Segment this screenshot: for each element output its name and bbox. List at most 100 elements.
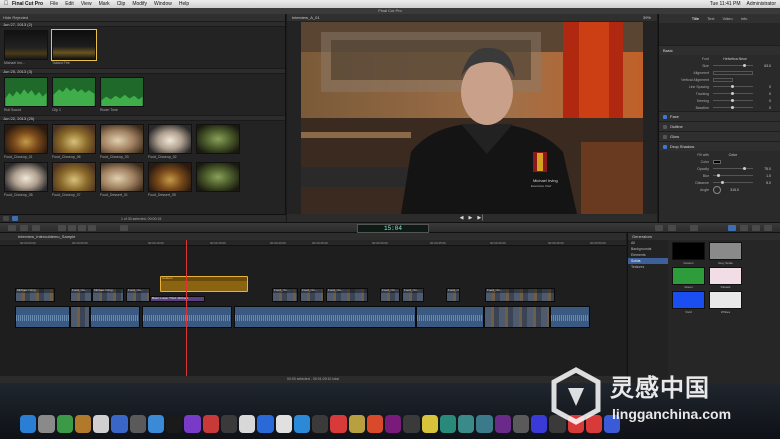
tab-video[interactable]: Video [722,14,732,23]
viewer-zoom[interactable]: 39% [643,14,651,21]
storyline-clip[interactable] [15,306,70,328]
menu-view[interactable]: View [81,1,92,7]
keyword-icon[interactable] [20,225,28,231]
connected-clip[interactable]: Food_Clo... [485,288,555,302]
dock-app-icon[interactable] [385,415,402,433]
dock-app-icon[interactable] [348,415,365,433]
clip-thumbnail[interactable]: Food_Closeup_06 [52,124,96,159]
play-icon[interactable]: ▶ [469,215,473,221]
storyline-clip[interactable] [90,306,140,328]
distance-slider[interactable] [713,180,753,184]
clip-thumbnail[interactable] [196,124,240,159]
dock-app-icon[interactable] [184,415,201,433]
dock-app-icon[interactable] [403,415,420,433]
outline-checkbox[interactable] [663,124,667,129]
dock-app-icon[interactable] [330,415,347,433]
connected-clip[interactable]: Food_Clo... [380,288,400,302]
size-slider[interactable] [713,63,753,67]
apple-menu-icon[interactable]:  [0,1,12,7]
retime-icon[interactable] [668,225,676,231]
import-icon[interactable] [8,225,16,231]
overwrite-edit-icon[interactable] [88,225,96,231]
section-basic[interactable]: Basic [659,45,780,55]
dock-app-icon[interactable] [38,415,55,433]
menu-clock[interactable]: Tue 11:41 PM [710,1,741,7]
transitions-browser-icon[interactable] [740,225,748,231]
menu-modify[interactable]: Modify [132,1,147,7]
connected-clip[interactable]: Michael Irving [15,288,55,302]
drop-shadow-checkbox[interactable] [663,144,667,149]
browser-filter[interactable]: Hide Rejected [0,14,285,21]
clip-thumbnail[interactable]: Food_Closeup_02 [148,124,192,159]
dock-app-icon[interactable] [439,415,456,433]
section-glow[interactable]: Glow [659,131,780,141]
clip-thumbnail[interactable]: Food_Closeup_08 [4,162,48,197]
dock-app-icon[interactable] [93,415,110,433]
dock-app-icon[interactable] [476,415,493,433]
storyline-clip[interactable] [416,306,484,328]
connected-clip[interactable]: Food_Clo... [126,288,150,302]
dock-app-icon[interactable] [220,415,237,433]
menu-final-cut-pro[interactable]: Final Cut Pro [12,1,43,7]
generator-swatch[interactable]: Green [672,266,705,289]
storyline-clip[interactable] [550,306,590,328]
storyline-clip[interactable] [142,306,232,328]
dock-app-icon[interactable] [239,415,256,433]
dock-app-icon[interactable] [74,415,91,433]
section-outline[interactable]: Outline [659,121,780,131]
inspector-toggle-icon[interactable] [690,225,698,231]
next-frame-icon[interactable]: ▶│ [477,215,484,221]
section-face[interactable]: Face [659,111,780,121]
clip-thumbnail[interactable]: Tabard Fire [51,29,97,65]
enhance-icon[interactable] [655,225,663,231]
playhead[interactable] [186,240,187,383]
themes-browser-icon[interactable] [764,225,772,231]
menu-help[interactable]: Help [179,1,189,7]
storyline-clip[interactable] [234,306,416,328]
opacity-slider[interactable] [713,166,753,170]
clip-thumbnail[interactable]: Food_Closeup_07 [52,162,96,197]
title-clip[interactable]: Custom [160,276,248,292]
generator-swatch[interactable]: Grey Scale [709,242,742,265]
audio-clip-thumbnail[interactable]: Roll Sound [4,77,48,112]
connected-clip[interactable]: Michael Irving [92,288,124,302]
insert-edit-icon[interactable] [68,225,76,231]
audio-clip-thumbnail[interactable]: Room Tone [100,77,144,112]
dock-app-icon[interactable] [512,415,529,433]
menu-mark[interactable]: Mark [99,1,110,7]
menu-file[interactable]: File [50,1,58,7]
clip-thumbnail[interactable]: Food_Dessert_05 [148,162,192,197]
list-view-button[interactable] [3,216,9,221]
timecode-display[interactable]: 15:04 [357,224,429,233]
menu-edit[interactable]: Edit [65,1,74,7]
generator-swatch[interactable]: Whites [709,291,742,314]
dock-app-icon[interactable] [166,415,183,433]
connected-clip[interactable]: Food_Clo... [446,288,460,302]
generator-swatch[interactable]: Custom [672,242,705,265]
storyline-clip[interactable] [484,306,550,328]
shadow-color-well[interactable] [713,159,721,164]
connected-clip[interactable]: Food_Clo... [272,288,298,302]
dock-app-icon[interactable] [20,415,37,433]
tab-info[interactable]: Info [741,14,748,23]
angle-dial[interactable] [713,185,721,194]
menu-clip[interactable]: Clip [117,1,126,7]
alignment-buttons[interactable] [713,70,753,75]
dock-app-icon[interactable] [421,415,438,433]
clip-thumbnail[interactable]: Michael Inn... [4,30,48,65]
previous-frame-icon[interactable]: ◀ [460,215,464,221]
connected-clip[interactable]: Food_Clo... [300,288,324,302]
blur-slider[interactable] [713,173,753,177]
dock-app-icon[interactable] [111,415,128,433]
filmstrip-view-button[interactable] [12,216,18,221]
generators-browser-icon[interactable] [752,225,760,231]
section-drop-shadow[interactable]: Drop Shadow [659,141,780,151]
select-tool-icon[interactable] [120,225,128,231]
tab-text[interactable]: Text [707,14,714,23]
append-edit-icon[interactable] [78,225,86,231]
category-textures[interactable]: Textures [628,264,668,270]
audio-clip-thumbnail[interactable]: Clip 1 [52,77,96,112]
kerning-slider[interactable] [713,98,753,102]
line-spacing-slider[interactable] [713,84,753,88]
tab-title[interactable]: Title [692,14,699,23]
